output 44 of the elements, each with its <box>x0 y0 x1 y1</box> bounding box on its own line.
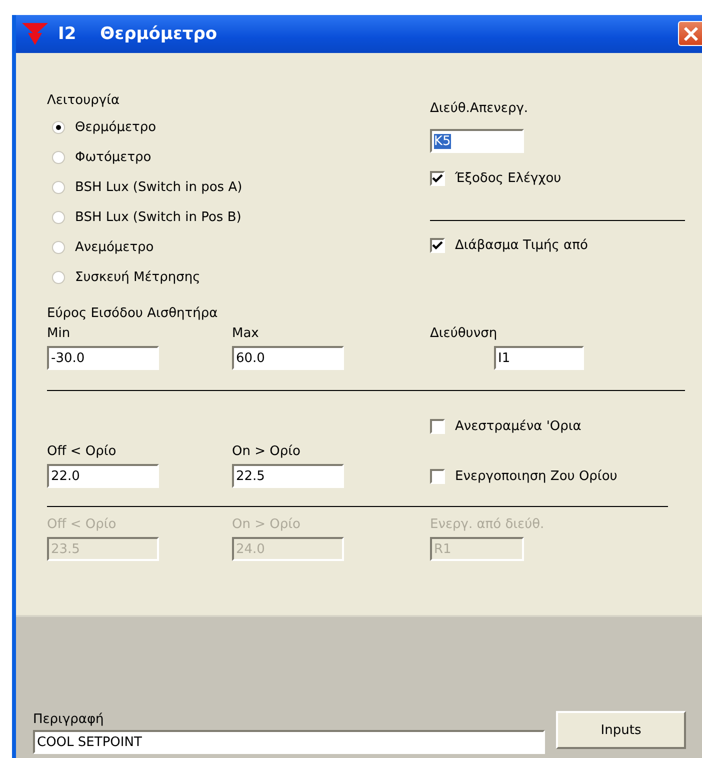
checkbox-label: Ενεργοποιηση Ζου Ορίου <box>455 470 618 484</box>
radio-label: Θερμόμετρο <box>75 120 156 134</box>
window-title: Θερμόμετρο <box>100 24 218 44</box>
radio-button[interactable] <box>52 270 65 284</box>
field-label: Min <box>47 326 72 342</box>
field-label: Max <box>232 326 260 342</box>
field-label: Off < Ορίο <box>47 517 118 533</box>
input-field[interactable]: -30.0 <box>47 346 159 370</box>
section-label: Εύρος Εισόδου Αισθητήρα <box>47 306 219 322</box>
checkbox[interactable] <box>430 419 445 434</box>
radio-label: BSH Lux (Switch in pos A) <box>75 180 242 194</box>
input-field[interactable]: 22.0 <box>47 464 159 488</box>
checkbox-label: Έξοδος Ελέγχου <box>455 172 562 185</box>
input-field[interactable]: K5 <box>430 129 524 153</box>
checkbox[interactable] <box>430 469 445 484</box>
field-label: Περιγραφή <box>33 712 105 728</box>
radio-button[interactable] <box>52 240 65 254</box>
field-label: On > Ορίο <box>232 517 302 533</box>
checkbox-label: Διάβασμα Τιμής από <box>455 239 588 252</box>
input-field[interactable]: 60.0 <box>232 346 344 370</box>
field-label: On > Ορίο <box>232 444 302 460</box>
close-button[interactable] <box>678 21 702 46</box>
input-field[interactable]: 22.5 <box>232 464 344 488</box>
radio-button[interactable] <box>52 150 65 164</box>
close-icon[interactable] <box>682 26 700 42</box>
window-id: I2 <box>58 24 76 44</box>
inputs-button[interactable]: Inputs <box>556 711 686 749</box>
radio-label: BSH Lux (Switch in Pos B) <box>75 210 242 224</box>
input-field[interactable]: COOL SETPOINT <box>33 730 545 754</box>
field-label: Ενεργ. από διεύθ. <box>430 517 544 533</box>
checkbox[interactable] <box>430 171 445 186</box>
radio-button[interactable] <box>52 180 65 194</box>
radio-label: Φωτόμετρο <box>75 150 152 164</box>
input-field[interactable]: I1 <box>494 346 584 370</box>
field-label: Off < Ορίο <box>47 444 118 460</box>
radio-label: Συσκευή Μέτρησης <box>75 270 200 284</box>
checkbox-label: Ανεστραμένα 'Ορια <box>455 420 582 433</box>
mode-label: Λειτουργία <box>47 93 121 109</box>
field-label: Διεύθυνση <box>430 326 498 342</box>
radio-button[interactable] <box>52 210 65 224</box>
radio-label: Ανεμόμετρο <box>75 240 154 254</box>
radio-button[interactable] <box>52 120 65 134</box>
checkbox[interactable] <box>430 238 445 253</box>
field-label: Διεύθ.Απενεργ. <box>430 101 530 117</box>
